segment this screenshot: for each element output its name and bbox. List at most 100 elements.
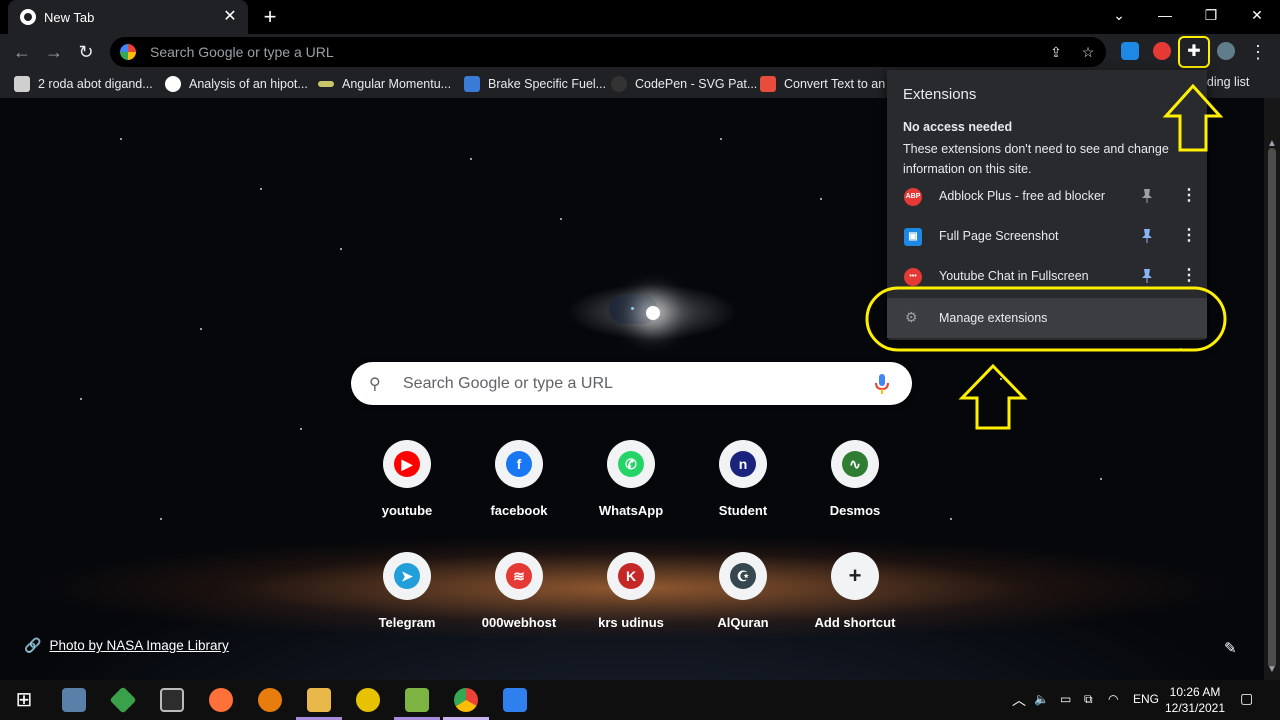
language-indicator[interactable]: ENG <box>1133 692 1159 706</box>
windows-start-icon[interactable]: ⊞ <box>12 688 36 712</box>
search-placeholder: Search Google or type a URL <box>403 374 613 392</box>
reload-button[interactable]: ↻ <box>72 38 100 66</box>
app-yellow-icon[interactable] <box>356 688 380 712</box>
volume-icon[interactable]: 🔈 <box>1034 692 1049 706</box>
shortcut-tile[interactable]: n Student <box>687 440 799 552</box>
manage-extensions-button[interactable]: ⚙ Manage extensions <box>887 298 1207 338</box>
shortcut-tile[interactable]: Kkrs udinus <box>575 552 687 664</box>
link-icon: 🔗 <box>24 637 42 653</box>
new-tab-button[interactable]: + <box>256 4 284 30</box>
customize-pencil-icon[interactable]: ✎ <box>1224 639 1237 657</box>
shortcut-icon-circle: ☪ <box>719 552 767 600</box>
file-explorer-icon[interactable] <box>307 688 331 712</box>
star <box>200 328 202 330</box>
bookmark-item[interactable]: Analysis of an hipot... <box>165 75 308 93</box>
bookmark-item[interactable]: Angular Momentu... <box>318 75 451 93</box>
restore-button[interactable]: ❐ <box>1188 0 1234 30</box>
scroll-down-arrow-icon[interactable]: ▼ <box>1267 664 1277 675</box>
section-heading: No access needed <box>903 120 1013 134</box>
wifi-icon[interactable]: ◠ <box>1108 692 1118 706</box>
pin-icon[interactable] <box>1141 228 1153 244</box>
shortcut-label: facebook <box>490 503 548 518</box>
scrollbar-thumb[interactable] <box>1268 148 1276 668</box>
photo-credit-link[interactable]: 🔗 Photo by NASA Image Library <box>24 637 229 654</box>
bookmark-item[interactable]: CodePen - SVG Pat... <box>611 75 757 93</box>
photos-icon[interactable] <box>503 688 527 712</box>
shortcut-label: youtube <box>381 503 433 518</box>
profile-avatar[interactable] <box>1217 42 1235 60</box>
shortcut-icon-circle: f <box>495 440 543 488</box>
notification-center-icon[interactable]: ▢ <box>1240 690 1253 707</box>
tab-close-icon[interactable]: ✕ <box>220 7 240 27</box>
more-options-icon[interactable]: ⋮ <box>1181 186 1197 206</box>
firefox-icon[interactable] <box>209 688 233 712</box>
star <box>560 218 562 220</box>
tab-search-chevron-icon[interactable]: ⌄ <box>1096 0 1142 30</box>
battery-icon[interactable]: ▭ <box>1060 692 1071 706</box>
shortcut-tile[interactable]: ☪ AlQuran <box>687 552 799 664</box>
extension-name: Adblock Plus - free ad blocker <box>939 189 1106 203</box>
google-icon <box>120 44 136 60</box>
bookmark-item[interactable]: Brake Specific Fuel... <box>464 75 606 93</box>
tab-new-tab[interactable]: New Tab ✕ <box>8 0 248 34</box>
star <box>340 248 342 250</box>
tray-chevron-icon[interactable]: ︿ <box>1012 690 1026 710</box>
blender-icon[interactable] <box>258 688 282 712</box>
notepad-icon[interactable] <box>405 688 429 712</box>
pin-icon[interactable] <box>1141 188 1153 204</box>
bookmark-star-icon[interactable]: ☆ <box>1080 44 1096 60</box>
unity-icon[interactable] <box>160 688 184 712</box>
shortcut-logo-icon: ▶ <box>394 451 420 477</box>
shortcut-tile[interactable]: ∿ Desmos <box>799 440 911 552</box>
toolbar: ← → ↻ Search Google or type a URL ⇪ ☆ ✚ … <box>0 34 1280 70</box>
bookmark-item[interactable]: 2 roda abot digand... <box>14 75 153 93</box>
youtube-chat-icon[interactable] <box>1153 42 1171 60</box>
youtube-chat-icon: ••• <box>904 268 922 286</box>
extension-row-full-page-screenshot[interactable]: ▣ Full Page Screenshot ⋮ <box>887 217 1207 257</box>
shortcut-label: krs udinus <box>598 615 664 630</box>
chrome-taskbar-icon[interactable] <box>454 688 478 712</box>
bookmark-favicon-icon <box>318 81 334 87</box>
bookmark-item[interactable]: Convert Text to an I <box>760 75 892 93</box>
title-bar: New Tab ✕ + ⌄ — ❐ ✕ <box>0 0 1280 34</box>
extensions-puzzle-button[interactable]: ✚ <box>1178 36 1210 68</box>
shortcut-label: Add shortcut <box>814 615 896 630</box>
minimize-button[interactable]: — <box>1142 0 1188 30</box>
extension-row-youtube-chat[interactable]: ••• Youtube Chat in Fullscreen ⋮ <box>887 257 1207 297</box>
search-box[interactable]: ⚲ Search Google or type a URL <box>351 362 912 405</box>
gear-icon: ⚙ <box>905 309 918 325</box>
more-options-icon[interactable]: ⋮ <box>1181 266 1197 286</box>
display-icon[interactable]: ⧉ <box>1084 692 1093 707</box>
full-page-screenshot-icon[interactable] <box>1121 42 1139 60</box>
shortcut-logo-icon: ≋ <box>506 563 532 589</box>
chrome-menu-icon[interactable]: ⋮ <box>1244 38 1272 66</box>
manage-extensions-label: Manage extensions <box>939 311 1048 325</box>
shortcut-logo-icon: ➤ <box>394 563 420 589</box>
computer-app-icon[interactable] <box>62 688 86 712</box>
shortcut-tile[interactable]: ≋ 000webhost <box>463 552 575 664</box>
search-icon: ⚲ <box>369 375 381 393</box>
shortcut-tile[interactable]: ✆ WhatsApp <box>575 440 687 552</box>
more-options-icon[interactable]: ⋮ <box>1181 226 1197 246</box>
shortcut-icon-circle: ∿ <box>831 440 879 488</box>
shortcut-tile[interactable]: f facebook <box>463 440 575 552</box>
pin-icon[interactable] <box>1141 268 1153 284</box>
system-clock[interactable]: 10:26 AM 12/31/2021 <box>1164 684 1226 716</box>
close-window-button[interactable]: ✕ <box>1234 0 1280 30</box>
page-scrollbar[interactable]: ▲ ▼ <box>1264 98 1280 680</box>
chrome-icon <box>20 9 36 25</box>
shortcut-tile[interactable]: ➤ Telegram <box>351 552 463 664</box>
back-button[interactable]: ← <box>8 38 36 66</box>
shortcut-tile[interactable]: + Add shortcut <box>799 552 911 664</box>
shortcut-label: Telegram <box>378 615 436 630</box>
shortcut-tile[interactable]: ▶ youtube <box>351 440 463 552</box>
share-icon[interactable]: ⇪ <box>1048 44 1064 60</box>
nodejs-icon[interactable] <box>109 686 137 714</box>
bookmark-favicon-icon <box>611 76 627 92</box>
address-bar[interactable]: Search Google or type a URL ⇪ ☆ <box>110 37 1106 67</box>
extension-row-adblock[interactable]: ABP Adblock Plus - free ad blocker ⋮ <box>887 177 1207 217</box>
forward-button[interactable]: → <box>40 38 68 66</box>
star <box>120 138 122 140</box>
microphone-icon[interactable] <box>872 373 892 395</box>
tab-title: New Tab <box>44 9 95 25</box>
